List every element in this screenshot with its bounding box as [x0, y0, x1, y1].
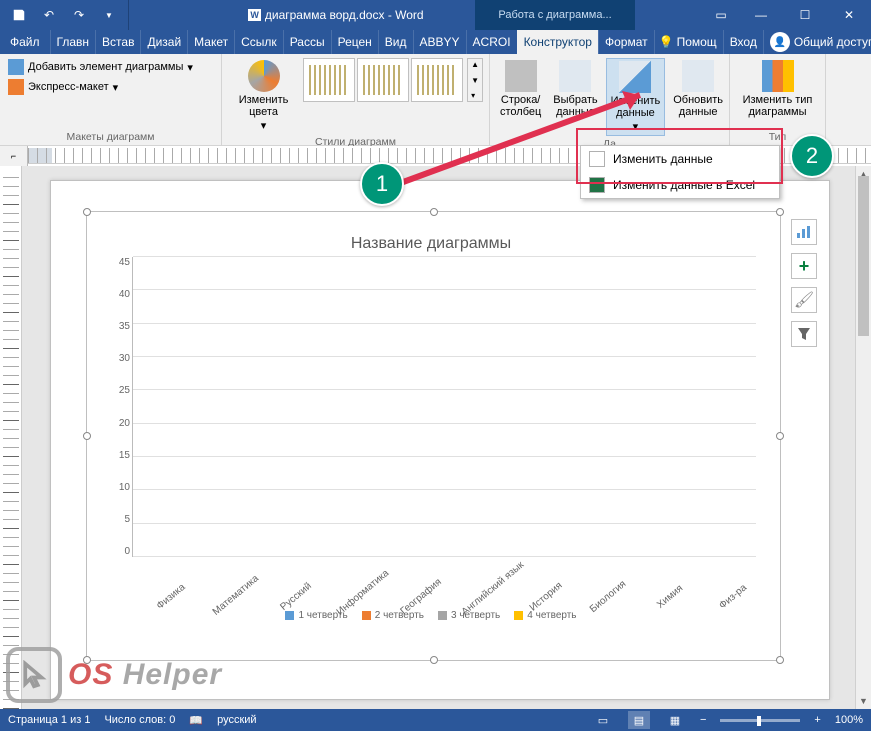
tab-insert[interactable]: Встав	[95, 30, 140, 54]
chart-filters-button[interactable]: 🖌	[791, 287, 817, 313]
view-read-mode-icon[interactable]: ▭	[592, 711, 614, 729]
view-print-layout-icon[interactable]: ▤	[628, 711, 650, 729]
chart-styles-button[interactable]: +	[791, 253, 817, 279]
cursor-icon	[6, 647, 62, 703]
express-layout-icon	[8, 79, 24, 95]
select-data-button[interactable]: Выбрать данные	[549, 58, 601, 120]
chart-type-icon	[762, 60, 794, 92]
tab-review[interactable]: Рецен	[331, 30, 378, 54]
excel-icon	[589, 177, 605, 193]
chart-elements-button[interactable]	[791, 219, 817, 245]
legend-item-3: 3 четверть	[451, 610, 500, 621]
tab-design[interactable]: Дизай	[140, 30, 187, 54]
qat-customize-icon[interactable]: ▼	[96, 2, 122, 28]
brush-icon: 🖌	[794, 290, 814, 310]
tab-tell-me[interactable]: 💡Помощ	[654, 30, 723, 54]
express-layout-button[interactable]: Экспресс-макет ▾	[6, 78, 195, 96]
zoom-out-button[interactable]: −	[700, 714, 706, 726]
switch-row-column-button[interactable]: Строка/столбец	[496, 58, 545, 120]
y-axis: 454035302520151050	[106, 257, 132, 557]
tab-abbyy[interactable]: ABBYY	[413, 30, 466, 54]
chart-filter-button[interactable]	[791, 321, 817, 347]
zoom-level[interactable]: 100%	[835, 714, 863, 726]
colors-icon	[248, 60, 280, 92]
tab-view[interactable]: Вид	[378, 30, 413, 54]
chart-title[interactable]: Название диаграммы	[106, 235, 756, 253]
edit-data-dropdown: Изменить данные Изменить данные в Excel	[580, 145, 780, 199]
spellcheck-icon[interactable]: 📖	[189, 714, 203, 727]
vertical-scrollbar[interactable]: ▲ ▼	[855, 166, 871, 709]
change-colors-button[interactable]: Изменить цвета▾	[228, 58, 299, 134]
status-page[interactable]: Страница 1 из 1	[8, 714, 90, 726]
chart-styles-gallery[interactable]	[303, 58, 463, 102]
ribbon: Добавить элемент диаграммы ▾ Экспресс-ма…	[0, 54, 871, 146]
chart-plot-area[interactable]: 454035302520151050	[106, 257, 756, 557]
tab-home[interactable]: Главн	[50, 30, 96, 54]
minimize-button[interactable]: —	[739, 0, 783, 30]
lightbulb-icon: 💡	[659, 35, 674, 49]
gallery-down-icon[interactable]: ▼	[468, 75, 482, 86]
select-data-icon	[559, 60, 591, 92]
page: + 🖌 Название диаграммы 45403530252015105…	[50, 180, 830, 700]
dropdown-edit-data[interactable]: Изменить данные	[581, 146, 779, 172]
undo-qat-icon[interactable]: ↶	[36, 2, 62, 28]
chart-tools-context-tab: Работа с диаграмма...	[475, 0, 635, 30]
chart-bars[interactable]	[132, 257, 756, 557]
change-chart-type-button[interactable]: Изменить тип диаграммы	[736, 58, 819, 120]
vertical-ruler[interactable]	[0, 166, 22, 709]
tab-file[interactable]: Файл	[0, 30, 50, 54]
tab-acrobat[interactable]: ACROI	[466, 30, 517, 54]
zoom-in-button[interactable]: +	[814, 714, 820, 726]
add-element-icon	[8, 59, 24, 75]
ribbon-display-options-icon[interactable]: ▭	[703, 8, 739, 22]
refresh-icon	[682, 60, 714, 92]
ribbon-tabs: Файл Главн Встав Дизай Макет Ссылк Рассы…	[0, 30, 871, 54]
chart-icon	[796, 225, 812, 239]
edit-data-small-icon	[589, 151, 605, 167]
tab-layout[interactable]: Макет	[187, 30, 234, 54]
tab-selector-icon[interactable]: ⌐	[0, 146, 28, 166]
edit-data-button[interactable]: Изменить данные▾	[606, 58, 666, 136]
gallery-more-icon[interactable]: ▾	[468, 90, 482, 101]
title-bar: ↶ ↷ ▼ W диаграмма ворд.docx - Word Работ…	[0, 0, 871, 30]
document-title: диаграмма ворд.docx - Word	[265, 8, 424, 22]
refresh-data-button[interactable]: Обновить данные	[669, 58, 727, 120]
add-chart-element-button[interactable]: Добавить элемент диаграммы ▾	[6, 58, 195, 76]
tab-constructor[interactable]: Конструктор	[517, 30, 598, 54]
group-chart-layouts-label: Макеты диаграмм	[6, 129, 215, 143]
annotation-badge-2: 2	[790, 134, 834, 178]
edit-data-icon	[619, 61, 651, 93]
page-scroll-area[interactable]: + 🖌 Название диаграммы 45403530252015105…	[22, 166, 855, 709]
funnel-icon	[797, 327, 811, 341]
x-axis-labels: ФизикаМатематикаРусскийИнформатикаГеогра…	[132, 559, 756, 570]
plus-icon: +	[799, 256, 810, 277]
save-qat-icon[interactable]	[6, 2, 32, 28]
signin-button[interactable]: Вход	[723, 30, 763, 54]
close-button[interactable]: ✕	[827, 0, 871, 30]
word-app-icon: W	[248, 9, 261, 21]
tab-format[interactable]: Формат	[598, 30, 654, 54]
view-web-layout-icon[interactable]: ▦	[664, 711, 686, 729]
gallery-up-icon[interactable]: ▲	[468, 59, 482, 70]
share-button[interactable]: 👤Общий доступ	[763, 30, 871, 54]
watermark-logo: OS Helper	[6, 647, 222, 703]
status-bar: Страница 1 из 1 Число слов: 0 📖 русский …	[0, 709, 871, 731]
maximize-button[interactable]: ☐	[783, 0, 827, 30]
redo-qat-icon[interactable]: ↷	[66, 2, 92, 28]
tab-mailings[interactable]: Рассы	[283, 30, 331, 54]
zoom-slider[interactable]	[720, 719, 800, 722]
dropdown-edit-data-excel[interactable]: Изменить данные в Excel	[581, 172, 779, 198]
status-language[interactable]: русский	[217, 714, 256, 726]
tab-references[interactable]: Ссылк	[234, 30, 283, 54]
annotation-badge-1: 1	[360, 162, 404, 206]
switch-row-col-icon	[505, 60, 537, 92]
document-area: + 🖌 Название диаграммы 45403530252015105…	[0, 166, 871, 709]
status-word-count[interactable]: Число слов: 0	[104, 714, 175, 726]
person-icon: 👤	[770, 32, 790, 52]
